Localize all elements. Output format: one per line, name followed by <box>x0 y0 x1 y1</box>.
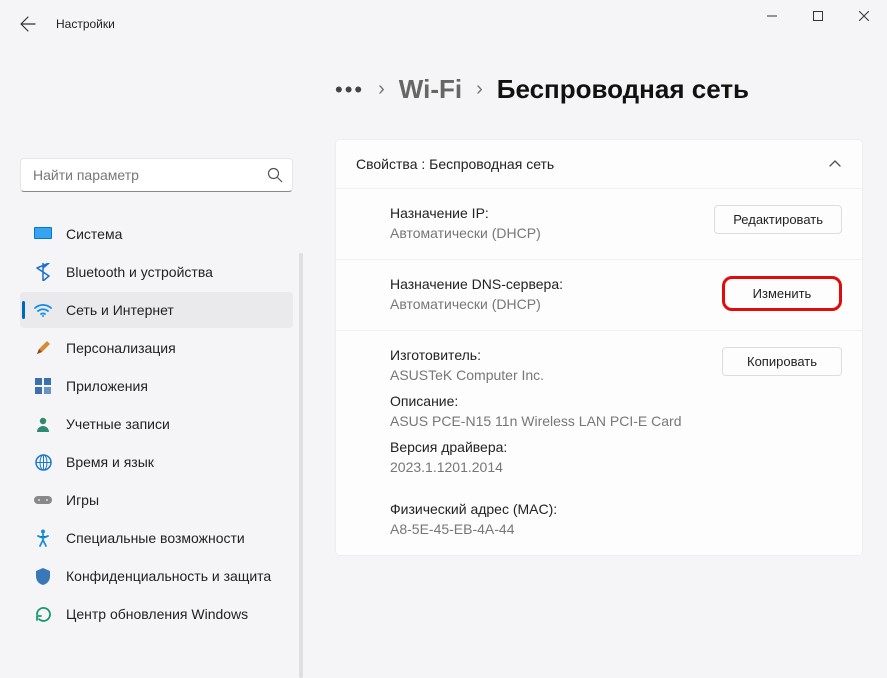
maximize-button[interactable] <box>795 0 841 32</box>
chevron-right-icon: › <box>476 78 483 101</box>
shield-icon <box>34 567 52 585</box>
person-icon <box>34 415 52 433</box>
sidebar-item-label: Игры <box>66 492 99 508</box>
globe-clock-icon <box>34 453 52 471</box>
search-input[interactable] <box>20 158 293 192</box>
description-value: ASUS PCE-N15 11n Wireless LAN PCI-E Card <box>390 413 722 429</box>
sidebar-item-label: Учетные записи <box>66 416 170 432</box>
breadcrumb-overflow[interactable]: ••• <box>335 79 364 101</box>
bluetooth-icon <box>34 263 52 281</box>
dns-value: Автоматически (DHCP) <box>390 296 722 312</box>
sidebar-item-label: Специальные возможности <box>66 530 245 546</box>
description-label: Описание: <box>390 393 722 409</box>
titlebar: Настройки <box>0 0 887 48</box>
dns-label: Назначение DNS-сервера: <box>390 276 722 292</box>
properties-card-header[interactable]: Свойства : Беспроводная сеть <box>336 140 862 189</box>
adapter-info-row: Изготовитель: ASUSTeK Computer Inc. Опис… <box>336 331 862 555</box>
nav-list: Система Bluetooth и устройства Сеть и Ин… <box>20 216 293 632</box>
sidebar-item-gaming[interactable]: Игры <box>20 482 293 518</box>
window-controls <box>749 0 887 32</box>
sidebar-item-apps[interactable]: Приложения <box>20 368 293 404</box>
minimize-button[interactable] <box>749 0 795 32</box>
sidebar-item-label: Конфиденциальность и защита <box>66 568 271 584</box>
update-icon <box>34 605 52 623</box>
chevron-up-icon <box>828 157 842 171</box>
ip-assignment-row: Назначение IP: Автоматически (DHCP) Реда… <box>336 189 862 260</box>
sidebar-item-personalization[interactable]: Персонализация <box>20 330 293 366</box>
arrow-left-icon <box>20 16 36 32</box>
chevron-right-icon: › <box>378 78 385 101</box>
sidebar-item-network[interactable]: Сеть и Интернет <box>20 292 293 328</box>
display-icon <box>34 225 52 243</box>
ip-value: Автоматически (DHCP) <box>390 225 714 241</box>
breadcrumb-parent[interactable]: Wi-Fi <box>399 74 462 105</box>
manufacturer-value: ASUSTeK Computer Inc. <box>390 367 722 383</box>
gamepad-icon <box>34 491 52 509</box>
sidebar-item-label: Персонализация <box>66 340 176 356</box>
sidebar-item-bluetooth[interactable]: Bluetooth и устройства <box>20 254 293 290</box>
mac-label: Физический адрес (MAC): <box>390 501 722 517</box>
card-title: Свойства : Беспроводная сеть <box>356 156 554 172</box>
sidebar-item-label: Сеть и Интернет <box>66 302 174 318</box>
ip-label: Назначение IP: <box>390 205 714 221</box>
edit-ip-button[interactable]: Редактировать <box>714 205 842 234</box>
wifi-icon <box>34 301 52 319</box>
breadcrumb-current: Беспроводная сеть <box>497 74 749 105</box>
sidebar-item-system[interactable]: Система <box>20 216 293 252</box>
edit-dns-button[interactable]: Изменить <box>722 276 842 311</box>
sidebar-item-time-language[interactable]: Время и язык <box>20 444 293 480</box>
sidebar-item-label: Приложения <box>66 378 148 394</box>
mac-value: A8-5E-45-EB-4A-44 <box>390 521 722 537</box>
sidebar-item-accounts[interactable]: Учетные записи <box>20 406 293 442</box>
sidebar-item-privacy[interactable]: Конфиденциальность и защита <box>20 558 293 594</box>
sidebar-item-windows-update[interactable]: Центр обновления Windows <box>20 596 293 632</box>
close-button[interactable] <box>841 0 887 32</box>
driver-version-label: Версия драйвера: <box>390 439 722 455</box>
sidebar-item-label: Центр обновления Windows <box>66 606 248 622</box>
brush-icon <box>34 339 52 357</box>
properties-card: Свойства : Беспроводная сеть Назначение … <box>335 139 863 556</box>
sidebar: Система Bluetooth и устройства Сеть и Ин… <box>0 48 305 678</box>
window-title: Настройки <box>56 17 115 31</box>
breadcrumb: ••• › Wi-Fi › Беспроводная сеть <box>335 74 863 105</box>
sidebar-item-label: Система <box>66 226 122 242</box>
search-icon <box>267 167 283 183</box>
driver-version-value: 2023.1.1201.2014 <box>390 459 722 475</box>
apps-icon <box>34 377 52 395</box>
dns-assignment-row: Назначение DNS-сервера: Автоматически (D… <box>336 260 862 331</box>
sidebar-item-label: Время и язык <box>66 454 154 470</box>
sidebar-item-label: Bluetooth и устройства <box>66 264 213 280</box>
sidebar-item-accessibility[interactable]: Специальные возможности <box>20 520 293 556</box>
copy-button[interactable]: Копировать <box>722 347 842 376</box>
manufacturer-label: Изготовитель: <box>390 347 722 363</box>
main-content: ••• › Wi-Fi › Беспроводная сеть Свойства… <box>305 48 887 678</box>
back-button[interactable] <box>8 4 48 44</box>
accessibility-icon <box>34 529 52 547</box>
sidebar-scrollbar[interactable] <box>299 253 303 678</box>
